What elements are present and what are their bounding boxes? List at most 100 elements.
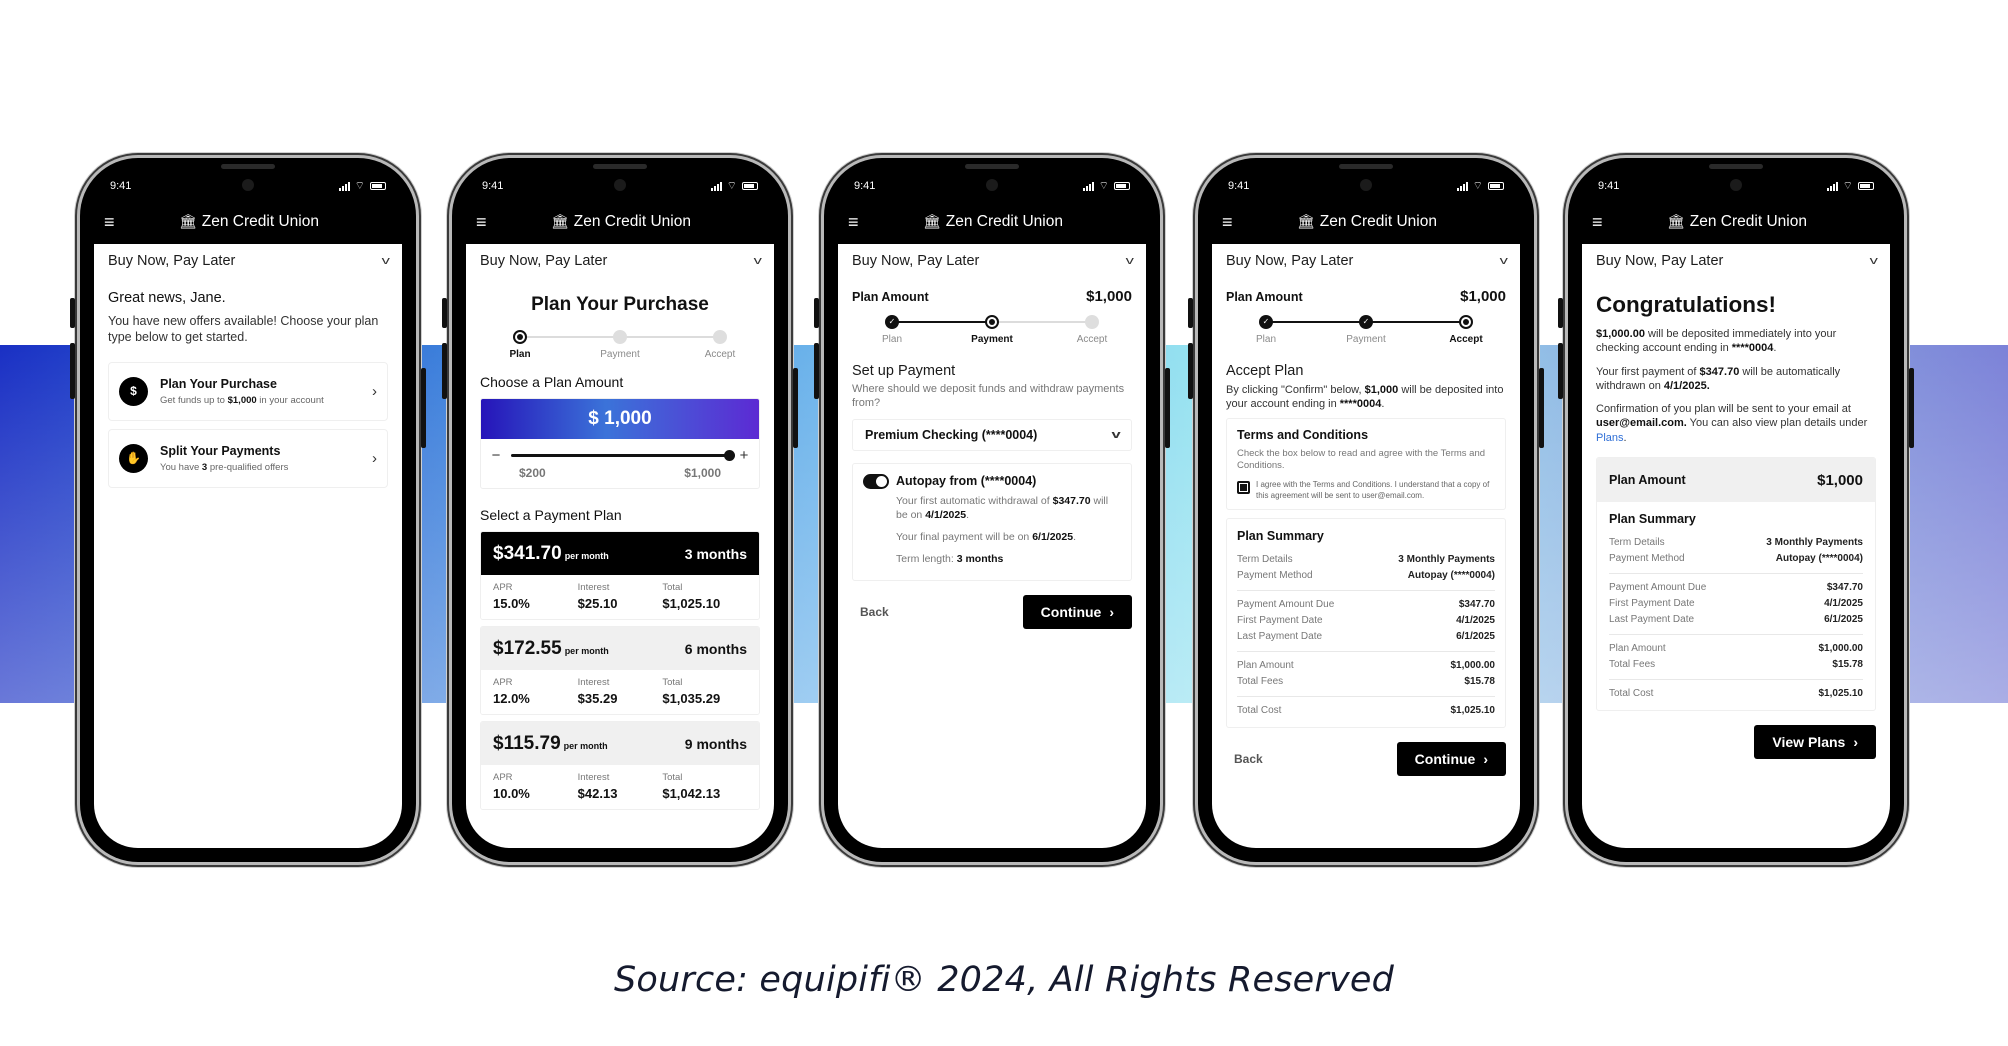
summary-row: First Payment Date 4/1/2025 [1237,615,1495,627]
plan-amount-row: Plan Amount $1,000 [852,288,1132,305]
signal-icon [1082,181,1094,191]
product-selector[interactable]: Buy Now, Pay Later v [108,246,389,276]
cash-icon: $ [119,376,148,406]
plan-term: 9 months [684,735,747,752]
speaker [1339,164,1393,169]
signal-icon [710,181,722,191]
phone-plan: 9:41 ⌔ ≡ 🏛 Zen Credit Union Buy Now, Pay … [442,158,798,862]
power-button [1539,368,1544,448]
payment-plan-option[interactable]: $115.79 per month 9 months APR 10.0% Inter… [480,721,760,810]
hamburger-menu-icon[interactable]: ≡ [838,212,868,233]
chevron-down-icon: v [1499,255,1508,267]
summary-row: Total Cost $1,025.10 [1237,705,1495,717]
plan-summary: Plan Summary Term Details 3 Monthly Paymen… [1226,518,1506,729]
brand-title: 🏛 Zen Credit Union [1297,213,1437,230]
increase-amount-button[interactable]: + [737,447,751,464]
status-bar: 9:41 ⌔ [854,176,1130,196]
app-bar: ≡ 🏛 Zen Credit Union [838,206,1146,238]
product-selector[interactable]: Buy Now, Pay Later v [1596,246,1877,276]
offer-item[interactable]: $ Plan Your Purchase Get funds up to $1,… [108,361,388,421]
amount-slider[interactable] [511,450,735,461]
stepper-connector [620,336,720,338]
section-title: Accept Plan [1226,363,1304,379]
product-selector[interactable]: Buy Now, Pay Later v [1226,246,1508,276]
app-bar: ≡ 🏛 Zen Credit Union [1212,206,1520,238]
select-plan-label: Select a Payment Plan [480,507,622,523]
terms-description: Check the box below to read and agree wi… [1237,447,1486,471]
step-accept-label: Accept [1076,334,1108,345]
status-time: 9:41 [110,180,132,192]
hamburger-menu-icon[interactable]: ≡ [1582,212,1612,233]
per-month-label: per month [564,550,609,561]
stepper-connector [1266,321,1366,323]
battery-icon [1488,182,1504,190]
slider-max-label: $1,000 [684,466,721,480]
offer-item[interactable]: ✋ Split Your Payments You have 3 pre-qua… [108,428,388,488]
chevron-down-icon: v [1111,428,1121,441]
account-select[interactable]: Premium Checking (****0004) v [852,418,1132,451]
stepper-connector [1366,321,1466,323]
continue-button[interactable]: Continue › [1022,595,1132,630]
slider-thumb[interactable] [724,450,735,461]
step-accept-label: Accept [1449,334,1483,345]
app-bar: ≡ 🏛 Zen Credit Union [466,206,774,238]
summary-row: Plan Amount $1,000.00 [1609,643,1863,655]
section-description: Where should we deposit funds and withdr… [852,383,1125,410]
volume-button [70,343,75,399]
plan-amount-row: Plan Amount $1,000 [1226,288,1506,305]
stepper-connector [520,336,620,338]
battery-icon [370,182,386,190]
product-selector[interactable]: Buy Now, Pay Later v [852,246,1134,276]
chevron-down-icon: v [1125,255,1134,267]
decrease-amount-button[interactable]: − [489,447,503,464]
continue-button[interactable]: Continue › [1396,742,1506,777]
hamburger-menu-icon[interactable]: ≡ [94,212,124,233]
plan-total: $1,025.10 [662,596,721,611]
speaker [965,164,1019,169]
screen-content: Buy Now, Pay Later v Congratulations! $1,… [1582,244,1890,848]
battery-icon [742,182,758,190]
wifi-icon: ⌔ [1098,179,1109,192]
deposit-message: $1,000.00 will be deposited immediately … [1596,328,1837,355]
autopay-toggle[interactable] [863,473,889,489]
plans-link[interactable]: Plans [1596,432,1624,444]
chevron-right-icon: › [372,382,377,400]
summary-title: Plan Summary [1609,512,1696,527]
progress-stepper: ✓ Plan ✓ Payment Accept [1246,315,1486,355]
payment-plan-option[interactable]: $341.70 per month 3 months APR 15.0% Inter… [480,531,760,620]
summary-row: Payment Method Autopay (****0004) [1609,553,1863,565]
brand-title: 🏛 Zen Credit Union [923,213,1063,230]
hamburger-menu-icon[interactable]: ≡ [1212,212,1242,233]
summary-row: Payment Amount Due $347.70 [1237,599,1495,611]
status-time: 9:41 [854,180,876,192]
bank-icon: 🏛 [923,213,941,229]
progress-stepper: ✓ Plan Payment Accept [872,315,1112,355]
summary-title: Plan Summary [1237,529,1324,544]
mute-switch [1558,298,1563,328]
back-button[interactable]: Back [1234,752,1263,766]
payment-plan-option[interactable]: $172.55 per month 6 months APR 12.0% Inter… [480,626,760,715]
chevron-right-icon: › [1109,604,1114,621]
battery-icon [1858,182,1874,190]
power-button [1909,368,1914,448]
power-button [1165,368,1170,448]
power-button [793,368,798,448]
offer-title: Plan Your Purchase [160,376,277,391]
speaker [1709,164,1763,169]
agree-checkbox[interactable] [1237,481,1250,495]
plan-amount-row: Plan Amount $1,000 [1597,458,1875,503]
page-title: Plan Your Purchase [531,294,709,315]
status-time: 9:41 [1598,180,1620,192]
divider [1609,634,1863,636]
back-button[interactable]: Back [860,605,889,619]
screen-content: Buy Now, Pay Later v Plan Amount $1,000 ✓… [1212,244,1520,848]
brand-title: 🏛 Zen Credit Union [1667,213,1807,230]
summary-row: First Payment Date 4/1/2025 [1609,598,1863,610]
hamburger-menu-icon[interactable]: ≡ [466,212,496,233]
product-selector[interactable]: Buy Now, Pay Later v [480,246,761,276]
view-plans-button[interactable]: View Plans › [1754,725,1876,760]
mute-switch [1188,298,1193,328]
hand-coin-icon: ✋ [119,443,148,473]
divider [1237,590,1495,592]
summary-row: Total Cost $1,025.10 [1609,688,1863,700]
